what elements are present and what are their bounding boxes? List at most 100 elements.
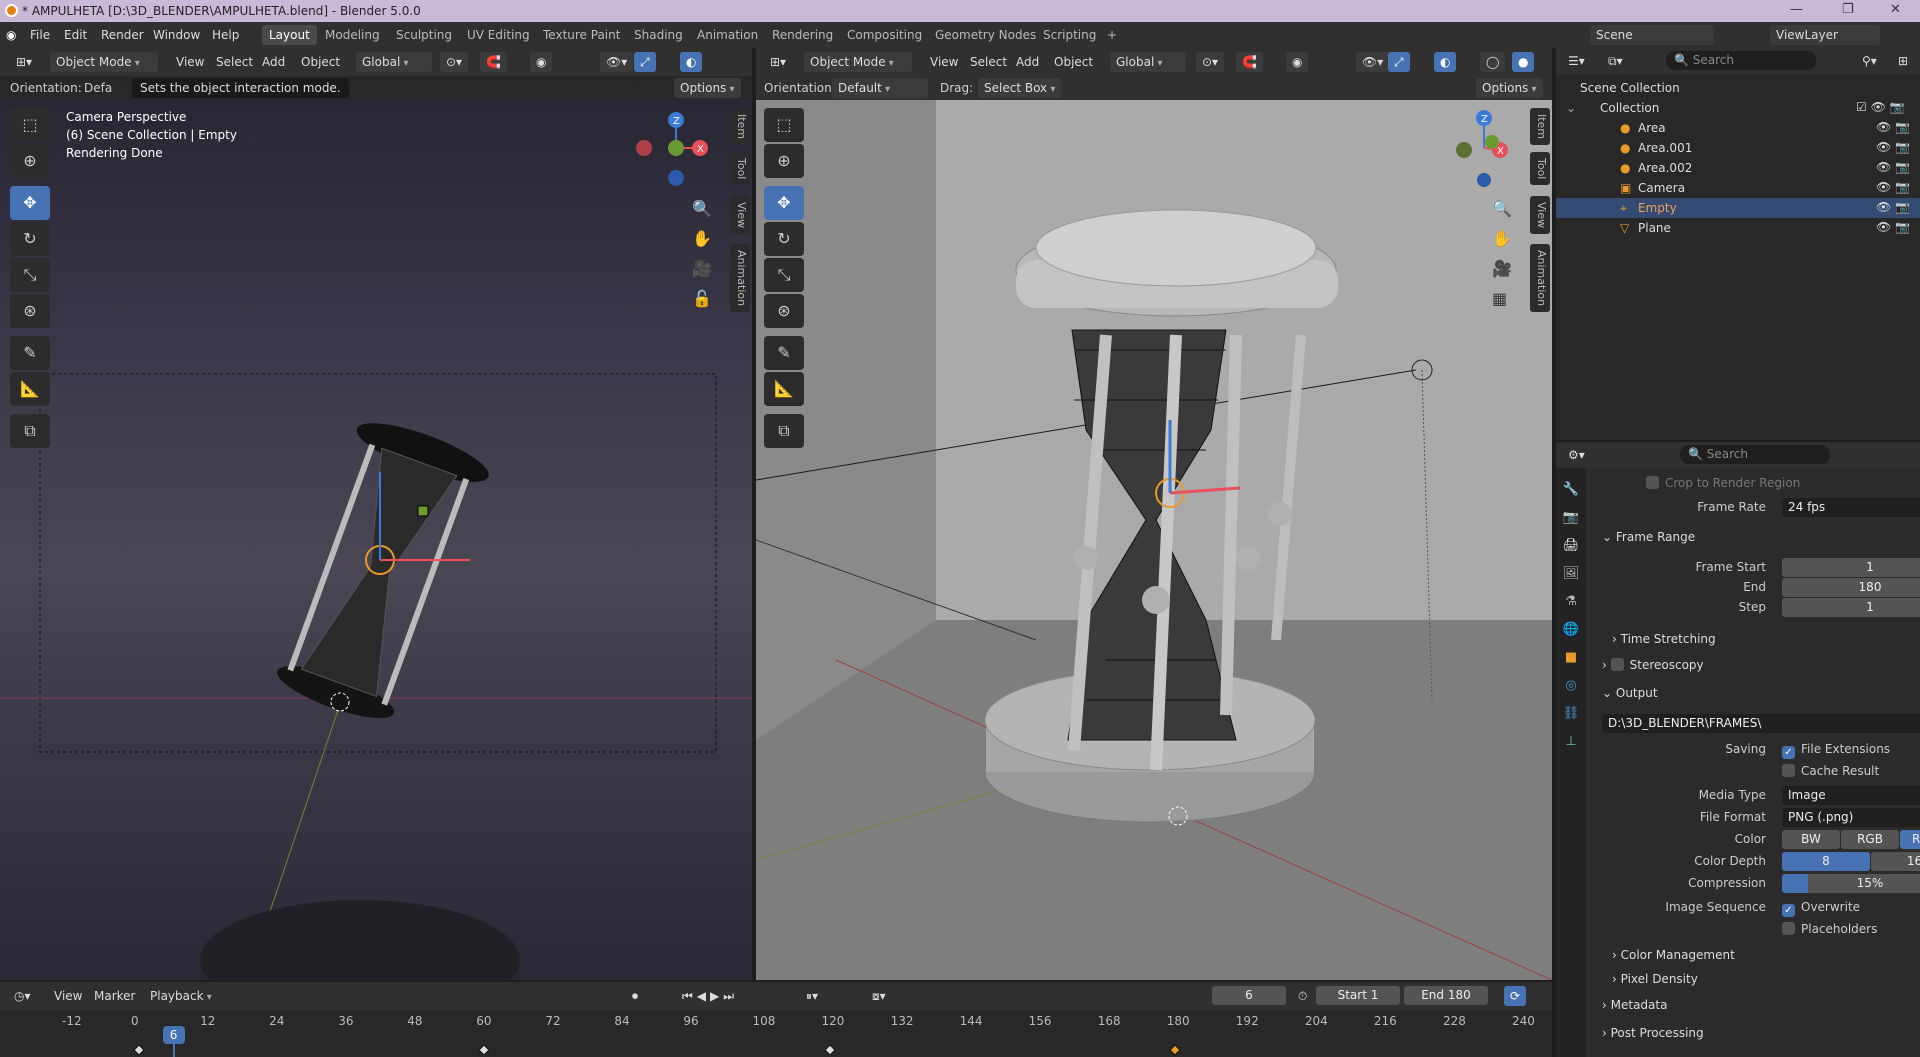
- gizmo-toggle-icon[interactable]: ⤢: [1388, 52, 1410, 72]
- snap-icon[interactable]: 🧲: [480, 52, 507, 72]
- measure-tool[interactable]: 📐: [764, 372, 804, 406]
- compression-slider[interactable]: 15%: [1782, 874, 1920, 893]
- visibility-icon[interactable]: 👁▾: [600, 52, 634, 72]
- outliner-item-plane[interactable]: ▽ Plane 👁 📷: [1556, 218, 1920, 238]
- tab-modeling[interactable]: Modeling: [318, 25, 387, 45]
- render-tab-icon[interactable]: 📷: [1556, 504, 1586, 532]
- annotate-tool[interactable]: ✎: [10, 336, 50, 370]
- tab-geometry-nodes[interactable]: Geometry Nodes: [928, 25, 1043, 45]
- menu-render[interactable]: Render: [101, 28, 144, 42]
- current-frame-field[interactable]: 6: [1212, 986, 1286, 1005]
- select-box-tool[interactable]: ⬚: [764, 108, 804, 142]
- outliner-item-camera[interactable]: ▣ Camera 👁 📷: [1556, 178, 1920, 198]
- add-workspace-button[interactable]: +: [1100, 25, 1124, 45]
- item-visibility[interactable]: 👁 📷: [1876, 220, 1910, 234]
- outliner-search[interactable]: 🔍 Search: [1666, 51, 1816, 70]
- mode-selector[interactable]: Object Mode: [804, 52, 912, 72]
- outliner-item-area-002[interactable]: ● Area.002 👁 📷: [1556, 158, 1920, 178]
- menu-select[interactable]: Select: [964, 52, 1013, 72]
- tab-texture-paint[interactable]: Texture Paint: [536, 25, 627, 45]
- scale-tool[interactable]: ⤡: [10, 258, 50, 292]
- maximize-button[interactable]: ❐: [1842, 2, 1854, 17]
- proportional-edit-icon[interactable]: ◉: [1286, 52, 1309, 72]
- filter-icon[interactable]: ⚲▾: [1856, 51, 1883, 71]
- transform-tool[interactable]: ⊛: [10, 294, 50, 328]
- menu-file[interactable]: File: [30, 28, 50, 42]
- drag-value[interactable]: Select Box: [978, 78, 1062, 98]
- left-3d-viewport[interactable]: ⊞▾ Object Mode View Select Add Object Gl…: [0, 48, 752, 980]
- view-layer-tab-icon[interactable]: 🖼: [1556, 560, 1586, 588]
- camera-view-icon[interactable]: 🎥: [1492, 254, 1512, 284]
- right-3d-viewport[interactable]: ⊞▾ Object Mode View Select Add Object Gl…: [756, 48, 1552, 980]
- grid-view-icon[interactable]: ▦: [1492, 284, 1512, 314]
- gizmo-toggle-icon[interactable]: ⤢: [634, 52, 656, 72]
- output-path-field[interactable]: D:\3D_BLENDER\FRAMES\: [1602, 714, 1920, 733]
- file-extensions-checkbox[interactable]: ✓ File Extensions: [1782, 742, 1890, 759]
- file-format-dropdown[interactable]: PNG (.png): [1782, 808, 1920, 827]
- pivot-icon[interactable]: ⊙▾: [440, 52, 469, 72]
- wireframe-shading-icon[interactable]: ◯: [1480, 52, 1506, 72]
- pan-icon[interactable]: ✋: [692, 224, 712, 254]
- color-management-header[interactable]: › Color Management: [1612, 948, 1735, 962]
- output-header[interactable]: ⌄ Output: [1602, 686, 1658, 700]
- orientation-value[interactable]: Default: [832, 78, 928, 98]
- cache-result-checkbox[interactable]: Cache Result: [1782, 764, 1879, 778]
- physics-tab-icon[interactable]: ◎: [1556, 672, 1586, 700]
- move-tool[interactable]: ✥: [10, 186, 50, 220]
- sidetab-tool[interactable]: Tool: [1530, 152, 1550, 186]
- properties-search[interactable]: 🔍 Search: [1680, 445, 1830, 464]
- tab-shading[interactable]: Shading: [627, 25, 690, 45]
- frame-rate-dropdown[interactable]: 24 fps: [1782, 498, 1920, 517]
- scene-tab-icon[interactable]: ⚗: [1556, 588, 1586, 616]
- visibility-icon[interactable]: 👁▾: [1356, 52, 1390, 72]
- transform-tool[interactable]: ⊛: [764, 294, 804, 328]
- select-box-tool[interactable]: ⬚: [10, 108, 50, 142]
- cursor-tool[interactable]: ⊕: [764, 144, 804, 178]
- menu-select[interactable]: Select: [210, 52, 259, 72]
- object-tab-icon[interactable]: ■: [1556, 644, 1586, 672]
- item-visibility[interactable]: 👁 📷: [1876, 200, 1910, 214]
- add-cube-tool[interactable]: ⧉: [764, 414, 804, 448]
- keying-icon[interactable]: ⏸▾: [800, 986, 824, 1006]
- playhead[interactable]: 6: [162, 1026, 185, 1044]
- keyframe-marker[interactable]: [478, 1044, 490, 1056]
- frame-start-field[interactable]: 1: [1782, 558, 1920, 577]
- collection-row[interactable]: ⌄ Collection ☑ 👁 📷: [1556, 98, 1920, 118]
- scale-tool[interactable]: ⤡: [764, 258, 804, 292]
- transform-orientation[interactable]: Global: [356, 52, 432, 72]
- snap-icon[interactable]: 🧲: [1236, 52, 1263, 72]
- menu-view[interactable]: View: [924, 52, 964, 72]
- left-nav-gizmo[interactable]: Z X: [630, 108, 710, 188]
- stereoscopy-header[interactable]: › Stereoscopy: [1602, 658, 1704, 672]
- color-bw-button[interactable]: BW: [1782, 830, 1840, 849]
- mode-selector[interactable]: Object Mode: [50, 52, 158, 72]
- overlay-toggle-icon[interactable]: ◐: [680, 52, 703, 72]
- scene-selector[interactable]: Scene: [1590, 25, 1714, 45]
- timeline-menu-view[interactable]: View: [48, 986, 88, 1006]
- rotate-tool[interactable]: ↻: [764, 222, 804, 256]
- move-tool[interactable]: ✥: [764, 186, 804, 220]
- keyframe-marker[interactable]: [133, 1044, 145, 1056]
- sidetab-item[interactable]: Item: [1530, 108, 1550, 146]
- outliner-editor-icon[interactable]: ☰▾: [1562, 51, 1591, 71]
- menu-window[interactable]: Window: [153, 28, 200, 42]
- right-nav-gizmo[interactable]: Z X: [1440, 108, 1520, 188]
- menu-add[interactable]: Add: [1010, 52, 1045, 72]
- auto-keying-icon[interactable]: ⟳: [1504, 986, 1527, 1006]
- media-type-dropdown[interactable]: Image: [1782, 786, 1920, 805]
- depth-8-button[interactable]: 8: [1782, 852, 1870, 871]
- keying-set-icon[interactable]: ⧇▾: [866, 986, 892, 1006]
- playback-controls-icon[interactable]: ⏮◀▶⏭: [676, 986, 744, 1006]
- pan-icon[interactable]: ✋: [1492, 224, 1512, 254]
- sidetab-animation[interactable]: Animation: [1530, 244, 1550, 313]
- camera-view-icon[interactable]: 🎥: [692, 254, 712, 284]
- data-tab-icon[interactable]: ⊥: [1556, 728, 1586, 756]
- overlay-toggle-icon[interactable]: ◐: [1434, 52, 1457, 72]
- editor-type-icon[interactable]: ⊞▾: [10, 52, 38, 72]
- minimize-button[interactable]: —: [1790, 2, 1803, 17]
- annotate-tool[interactable]: ✎: [764, 336, 804, 370]
- start-frame-field[interactable]: Start 1: [1316, 986, 1400, 1005]
- transform-orientation[interactable]: Global: [1110, 52, 1186, 72]
- outliner-item-area[interactable]: ● Area 👁 📷: [1556, 118, 1920, 138]
- pivot-icon[interactable]: ⊙▾: [1196, 52, 1225, 72]
